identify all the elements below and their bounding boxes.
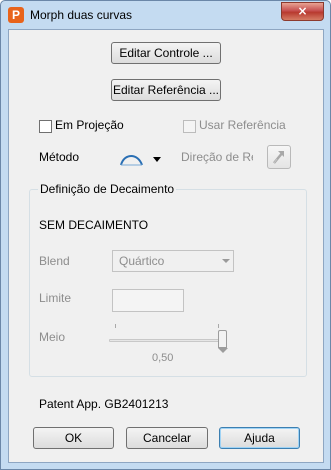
blend-label: Blend xyxy=(39,254,70,268)
limit-label: Limite xyxy=(39,291,72,305)
decay-group-title: Definição de Decaimento xyxy=(38,182,177,196)
projection-label: Em Projeção xyxy=(55,118,124,132)
middle-label: Meio xyxy=(39,330,66,344)
dialog-window: P Morph duas curvas × Editar Controle ..… xyxy=(0,0,331,470)
app-logo-icon: P xyxy=(8,7,24,23)
use-reference-label: Usar Referência xyxy=(199,118,286,132)
direction-label: Direção de Ré xyxy=(181,150,253,164)
title-bar[interactable]: P Morph duas curvas × xyxy=(1,1,330,29)
chevron-down-icon xyxy=(153,157,161,162)
method-dropdown[interactable] xyxy=(117,147,163,173)
slider-tick-end xyxy=(218,324,219,328)
chevron-down-icon xyxy=(222,259,230,263)
blend-selected-value: Quártico xyxy=(119,254,165,268)
projection-checkbox[interactable] xyxy=(39,120,52,133)
patent-text: Patent App. GB2401213 xyxy=(39,397,169,411)
ok-button[interactable]: OK xyxy=(33,427,114,449)
edit-reference-button[interactable]: Editar Referência ... xyxy=(111,79,221,101)
limit-input[interactable] xyxy=(112,289,184,312)
direction-arrow-icon xyxy=(273,151,284,164)
direction-button[interactable] xyxy=(267,145,291,169)
help-button[interactable]: Ajuda xyxy=(219,427,300,449)
method-label: Método xyxy=(39,150,80,164)
arc-curve-icon xyxy=(117,147,151,173)
blend-select[interactable]: Quártico xyxy=(112,250,234,272)
slider-tick-start xyxy=(115,324,116,328)
dialog-body: Editar Controle ... Editar Referência ..… xyxy=(8,29,324,463)
cancel-button[interactable]: Cancelar xyxy=(126,427,208,449)
close-button[interactable]: × xyxy=(281,2,324,21)
middle-slider-track[interactable] xyxy=(109,339,223,342)
middle-value-text: 0,50 xyxy=(152,352,174,364)
middle-slider-thumb[interactable] xyxy=(218,330,228,353)
window-title: Morph duas curvas xyxy=(30,8,133,22)
edit-control-button[interactable]: Editar Controle ... xyxy=(111,42,221,64)
use-reference-checkbox[interactable] xyxy=(183,120,196,133)
decay-status-text: SEM DECAIMENTO xyxy=(39,218,149,232)
